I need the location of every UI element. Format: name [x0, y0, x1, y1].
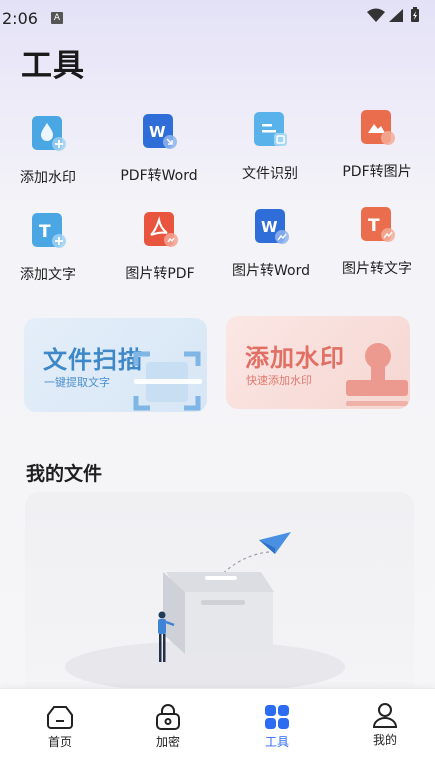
word-doc-icon: W	[143, 114, 177, 149]
svg-text:T: T	[39, 222, 51, 242]
my-files-empty-state	[25, 492, 414, 702]
home-icon	[47, 706, 73, 729]
nav-item-encrypt[interactable]: 加密	[123, 689, 213, 759]
banner-subtitle: 快速添加水印	[246, 374, 312, 387]
scan-document-banner[interactable]: 文件扫描 一键提取文字	[24, 318, 207, 412]
tool-pdf-to-image[interactable]: PDF转图片	[325, 108, 429, 194]
tool-image-to-text[interactable]: T 图片转文字	[325, 205, 429, 291]
tool-add-text[interactable]: T 添加文字	[0, 211, 100, 297]
lock-icon	[156, 704, 180, 730]
nav-item-tools[interactable]: 工具	[232, 689, 322, 759]
tool-label: PDF转图片	[342, 164, 412, 180]
scan-frame-icon	[133, 351, 202, 411]
add-watermark-banner[interactable]: 添加水印 快速添加水印	[226, 316, 410, 409]
image-file-icon	[361, 110, 395, 145]
tool-label: 添加文字	[20, 267, 76, 283]
status-time: 2:06	[2, 9, 38, 28]
svg-text:T: T	[368, 216, 380, 236]
notification-icon: A	[51, 12, 63, 24]
text-image-icon: T	[361, 207, 395, 242]
banner-title: 文件扫描	[43, 346, 143, 374]
nav-item-profile[interactable]: 我的	[340, 687, 430, 757]
tool-file-recognition[interactable]: 文件识别	[218, 110, 322, 196]
tool-label: 图片转文字	[342, 261, 412, 277]
empty-box-illustration	[65, 532, 345, 693]
text-add-icon: T	[32, 213, 66, 248]
banner-subtitle: 一键提取文字	[44, 376, 110, 389]
status-bar: 2:06 A	[0, 0, 435, 34]
nav-label: 首页	[47, 735, 72, 749]
word-image-icon: W	[255, 209, 289, 244]
nav-item-home[interactable]: 首页	[15, 689, 105, 759]
tool-label: 文件识别	[242, 166, 298, 182]
tool-label: 添加水印	[20, 170, 76, 186]
tools-grid-icon	[265, 705, 289, 729]
signal-icon	[389, 9, 403, 22]
scan-file-icon	[254, 112, 287, 146]
tool-label: 图片转PDF	[125, 266, 195, 282]
wifi-icon	[367, 8, 385, 22]
watermark-drop-icon	[32, 116, 66, 151]
page-title: 工具	[21, 48, 85, 84]
pdf-acrobat-icon	[144, 212, 178, 247]
nav-label: 我的	[372, 733, 397, 747]
svg-text:W: W	[149, 123, 166, 141]
nav-label: 工具	[264, 735, 289, 749]
profile-icon	[372, 703, 398, 728]
svg-text:W: W	[261, 218, 278, 236]
tool-image-to-pdf[interactable]: 图片转PDF	[108, 210, 212, 296]
banner-title: 添加水印	[245, 344, 345, 372]
bottom-navigation: 首页 加密 工具 我的	[0, 688, 435, 775]
tool-image-to-word[interactable]: W 图片转Word	[219, 207, 323, 293]
nav-label: 加密	[155, 735, 180, 749]
paper-plane-icon	[259, 532, 291, 554]
tool-pdf-to-word[interactable]: W PDF转Word	[107, 112, 211, 198]
stamp-icon	[346, 343, 408, 406]
tool-add-watermark[interactable]: 添加水印	[0, 114, 100, 200]
status-icons	[365, 6, 425, 30]
section-title-my-files: 我的文件	[26, 463, 103, 485]
battery-icon	[411, 7, 419, 22]
tool-label: 图片转Word	[232, 263, 310, 279]
tool-label: PDF转Word	[120, 168, 198, 184]
